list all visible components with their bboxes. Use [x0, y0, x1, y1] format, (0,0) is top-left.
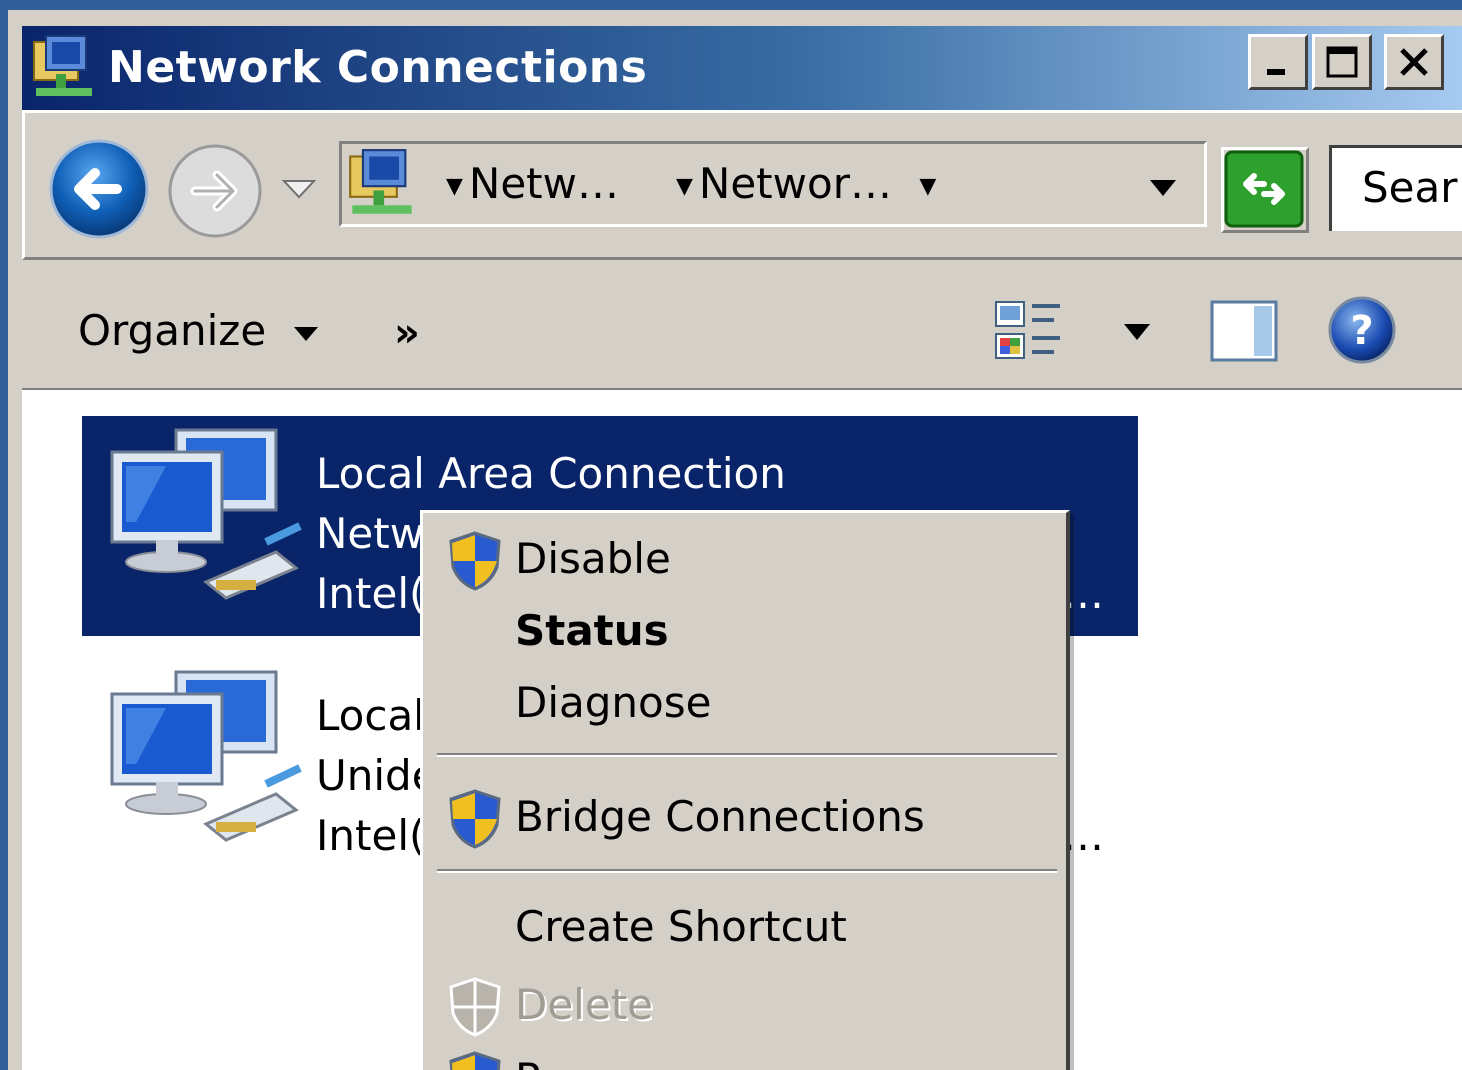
views-dropdown-icon[interactable]: [1122, 322, 1152, 342]
chevron-down-icon[interactable]: ▼: [676, 174, 693, 199]
menu-item-bridge-connections[interactable]: Bridge Connections: [423, 785, 1063, 849]
svg-text:?: ?: [1350, 308, 1373, 354]
menu-separator: [437, 869, 1057, 873]
recent-pages-dropdown-icon[interactable]: [281, 177, 317, 201]
menu-item-diagnose[interactable]: Diagnose: [423, 671, 1063, 735]
help-icon[interactable]: ?: [1326, 294, 1398, 366]
menu-item-label: Disable: [515, 534, 671, 583]
chevron-down-icon[interactable]: ▼: [446, 174, 463, 199]
close-icon: [1400, 48, 1428, 76]
network-folder-icon: [349, 149, 412, 214]
shield-icon: [449, 531, 501, 591]
menu-item-label: R: [515, 1047, 544, 1070]
forward-button[interactable]: [165, 141, 265, 241]
refresh-button[interactable]: [1221, 147, 1309, 233]
more-commands-button[interactable]: »: [394, 308, 420, 358]
shield-icon: [449, 1051, 501, 1070]
organize-button[interactable]: Organize: [78, 306, 320, 356]
address-bar[interactable]: ▼ Netw… ▼ Networ… ▼: [339, 141, 1207, 227]
menu-item-create-shortcut[interactable]: Create Shortcut: [423, 895, 1063, 959]
menu-item-label: Create Shortcut: [515, 902, 847, 951]
shield-icon: [449, 789, 501, 849]
window-title: Network Connections: [108, 42, 648, 93]
organize-label: Organize: [78, 306, 267, 355]
preview-pane-icon[interactable]: [1210, 300, 1280, 364]
search-input[interactable]: Sear: [1329, 145, 1462, 231]
context-menu: Disable Status Diagnose Bridge Connectio…: [420, 510, 1070, 1070]
minimize-button[interactable]: [1248, 34, 1308, 90]
menu-item-delete: Delete: [423, 973, 1063, 1037]
command-toolbar: Organize » ?: [22, 262, 1462, 392]
network-connections-window: Network Connections ▼ Netw… ▼ Networ… ▼ …: [8, 10, 1462, 1070]
network-connection-icon: [110, 428, 302, 600]
chevron-down-icon[interactable]: ▼: [919, 174, 936, 199]
menu-item-rename[interactable]: R: [423, 1047, 1063, 1070]
maximize-button[interactable]: [1312, 34, 1372, 90]
minimize-icon: [1267, 69, 1285, 75]
connection-name: Local Area Connection: [316, 449, 786, 498]
menu-item-disable[interactable]: Disable: [423, 527, 1063, 591]
network-folder-icon: [33, 35, 92, 96]
menu-item-label: Status: [515, 606, 669, 655]
navigation-bar: ▼ Netw… ▼ Networ… ▼ Sear: [22, 110, 1462, 260]
address-history-dropdown-icon[interactable]: [1148, 178, 1178, 198]
back-button[interactable]: [47, 137, 151, 241]
views-icon[interactable]: [994, 298, 1064, 364]
title-bar[interactable]: Network Connections: [22, 26, 1462, 110]
refresh-icon: [1224, 150, 1304, 228]
menu-item-label: Diagnose: [515, 678, 712, 727]
menu-item-status[interactable]: Status: [423, 599, 1063, 663]
network-connection-icon: [110, 670, 302, 842]
menu-item-label: Delete: [515, 980, 653, 1029]
close-button[interactable]: [1384, 34, 1444, 90]
shield-icon: [449, 977, 501, 1037]
maximize-icon: [1326, 46, 1358, 78]
chevron-down-icon: [294, 326, 319, 341]
breadcrumb-2[interactable]: ▼ Networ… ▼: [676, 156, 942, 215]
menu-separator: [437, 753, 1057, 757]
menu-item-label: Bridge Connections: [515, 792, 925, 841]
breadcrumb-1[interactable]: ▼ Netw…: [446, 156, 619, 215]
